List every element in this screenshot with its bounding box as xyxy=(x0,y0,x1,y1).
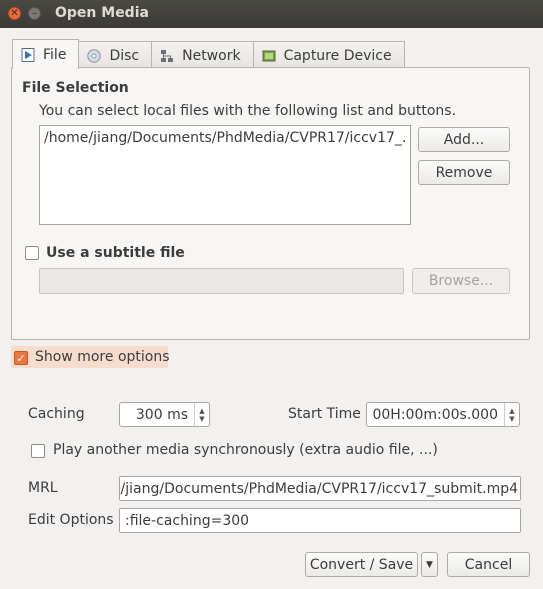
mrl-label: MRL xyxy=(28,480,58,496)
tab-capture-device[interactable]: Capture Device xyxy=(252,41,405,69)
tab-disc[interactable]: Disc xyxy=(78,41,153,69)
tab-bar: File Disc Network Capture Device xyxy=(12,39,405,69)
mrl-field[interactable]: /home/jiang/Documents/PhdMedia/CVPR17/ic… xyxy=(119,476,521,501)
spin-down-icon[interactable]: ▼ xyxy=(509,415,514,423)
start-time-spin-arrows[interactable]: ▲ ▼ xyxy=(504,403,519,426)
network-icon xyxy=(160,49,174,63)
file-selection-heading: File Selection xyxy=(22,80,129,96)
show-more-options-checkbox[interactable]: ✓ xyxy=(14,351,28,365)
tab-network[interactable]: Network xyxy=(151,41,254,69)
convert-save-button[interactable]: Convert / Save xyxy=(305,552,418,577)
remove-button[interactable]: Remove xyxy=(418,160,510,185)
close-icon: ✕ xyxy=(10,7,19,19)
tab-file-label: File xyxy=(43,46,67,63)
minimize-window-button[interactable]: – xyxy=(28,7,41,20)
file-icon xyxy=(21,47,35,62)
use-subtitle-label[interactable]: Use a subtitle file xyxy=(46,245,185,261)
play-another-media-label[interactable]: Play another media synchronously (extra … xyxy=(53,442,438,458)
edit-options-field[interactable]: :file-caching=300 xyxy=(119,508,521,533)
edit-options-value[interactable]: :file-caching=300 xyxy=(125,513,249,529)
close-window-button[interactable]: ✕ xyxy=(8,7,21,20)
caching-spin-arrows[interactable]: ▲ ▼ xyxy=(194,403,209,426)
add-button[interactable]: Add... xyxy=(418,127,510,152)
cancel-button[interactable]: Cancel xyxy=(447,552,530,577)
convert-save-dropdown[interactable]: ▼ xyxy=(421,552,438,577)
tab-disc-label: Disc xyxy=(109,47,140,64)
start-time-value[interactable]: 00H:00m:00s.000 xyxy=(367,407,504,423)
caching-value[interactable]: 300 ms xyxy=(120,407,194,423)
chevron-down-icon[interactable]: ▼ xyxy=(426,560,433,570)
tab-file[interactable]: File xyxy=(12,39,80,69)
start-time-spinbox[interactable]: 00H:00m:00s.000 ▲ ▼ xyxy=(366,402,520,427)
caching-spinbox[interactable]: 300 ms ▲ ▼ xyxy=(119,402,210,427)
minimize-icon: – xyxy=(32,7,37,19)
title-bar: ✕ – Open Media xyxy=(0,0,543,28)
capture-device-icon xyxy=(262,49,276,63)
subtitle-path-input xyxy=(39,268,404,294)
spin-down-icon[interactable]: ▼ xyxy=(199,415,204,423)
checkmark-icon: ✓ xyxy=(16,351,26,365)
use-subtitle-checkbox[interactable] xyxy=(25,246,39,260)
spin-up-icon[interactable]: ▲ xyxy=(199,407,204,415)
disc-icon xyxy=(87,48,102,63)
play-another-media-checkbox[interactable] xyxy=(31,444,45,458)
tab-capture-device-label: Capture Device xyxy=(283,47,392,64)
start-time-label: Start Time xyxy=(288,406,361,422)
window-title: Open Media xyxy=(55,5,149,21)
browse-subtitle-button: Browse... xyxy=(412,268,510,294)
file-list-item[interactable]: /home/jiang/Documents/PhdMedia/CVPR17/ic… xyxy=(44,130,406,146)
edit-options-label: Edit Options xyxy=(28,512,114,528)
show-more-options-label[interactable]: Show more options xyxy=(35,349,170,365)
caching-label: Caching xyxy=(28,406,85,422)
mrl-value[interactable]: /home/jiang/Documents/PhdMedia/CVPR17/ic… xyxy=(120,481,518,497)
tab-network-label: Network xyxy=(182,47,241,64)
file-selection-description: You can select local files with the foll… xyxy=(39,103,457,119)
file-list[interactable]: /home/jiang/Documents/PhdMedia/CVPR17/ic… xyxy=(39,125,411,225)
spin-up-icon[interactable]: ▲ xyxy=(509,407,514,415)
